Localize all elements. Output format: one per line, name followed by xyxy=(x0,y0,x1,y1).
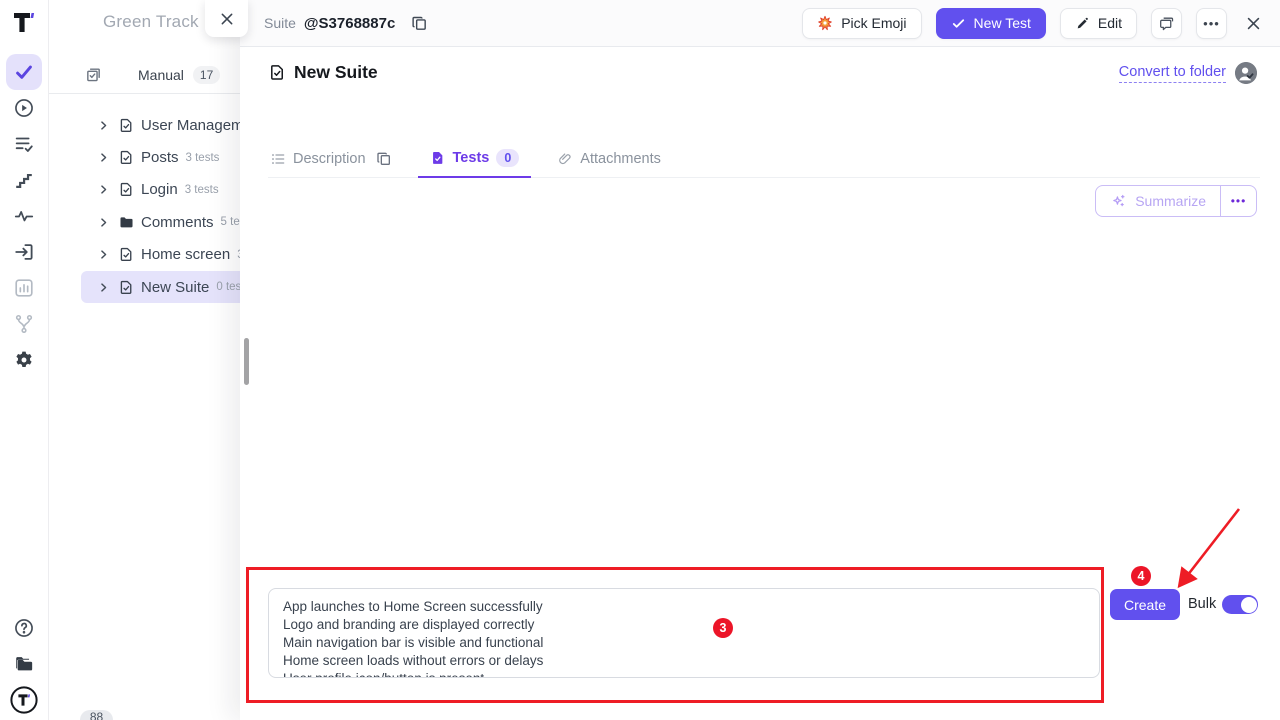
summarize-more-button[interactable]: ••• xyxy=(1220,186,1256,216)
app-window: Green Track › Manual 17 Automated User M… xyxy=(0,0,1280,720)
page-title: New Suite xyxy=(294,62,378,83)
suite-tree: User Management Posts 3 tests Login 3 te… xyxy=(49,109,248,303)
tab-description[interactable]: Description xyxy=(268,140,394,178)
convert-to-folder-link[interactable]: Convert to folder xyxy=(1119,64,1226,83)
pick-emoji-button[interactable]: Pick Emoji xyxy=(802,8,921,39)
suite-label: Comments xyxy=(141,214,214,231)
chevron-right-icon[interactable] xyxy=(98,217,109,228)
logo-badge-icon[interactable] xyxy=(6,682,42,718)
close-panel-icon[interactable] xyxy=(1245,15,1262,32)
projects-folder-icon[interactable] xyxy=(6,646,42,682)
folder-icon xyxy=(118,214,135,231)
more-actions-button[interactable]: ••• xyxy=(1196,8,1227,39)
suite-doc-check-icon xyxy=(118,279,135,296)
new-test-button[interactable]: New Test xyxy=(936,8,1046,39)
chat-bubble-icon xyxy=(1158,15,1175,32)
panel-close-button[interactable] xyxy=(205,0,248,37)
suite-id: @S3768887c xyxy=(304,15,395,32)
tree-row-user-management[interactable]: User Management xyxy=(81,109,248,141)
suite-label: Home screen xyxy=(141,246,230,263)
nav-analytics-icon[interactable] xyxy=(6,270,42,306)
tree-row-login[interactable]: Login 3 tests xyxy=(81,174,248,206)
bulk-tests-input[interactable]: App launches to Home Screen successfully… xyxy=(268,588,1100,678)
pencil-icon xyxy=(1075,16,1090,31)
tab-tests[interactable]: Tests 0 xyxy=(418,140,532,178)
tests-count-badge: 0 xyxy=(496,149,519,167)
app-logo[interactable] xyxy=(0,6,48,40)
chevron-right-icon[interactable] xyxy=(98,184,109,195)
manual-count-badge: 17 xyxy=(193,66,220,84)
suite-doc-check-icon xyxy=(118,149,135,166)
suite-label: Login xyxy=(141,181,178,198)
nav-import-icon[interactable] xyxy=(6,234,42,270)
tree-row-comments[interactable]: Comments 5 tests xyxy=(81,206,248,238)
tab-label: Attachments xyxy=(580,151,661,167)
suite-doc-check-icon xyxy=(118,181,135,198)
manual-tests-icon xyxy=(85,66,102,83)
doc-check-icon xyxy=(430,150,446,166)
nav-pulse-icon[interactable] xyxy=(6,198,42,234)
edit-label: Edit xyxy=(1098,15,1122,31)
tree-row-new-suite[interactable]: New Suite 0 tests xyxy=(81,271,248,303)
copy-description-icon[interactable] xyxy=(376,151,392,167)
tab-manual[interactable]: Manual xyxy=(138,67,184,83)
suite-detail-header: Suite @S3768887c Pick Emoji New xyxy=(240,0,1280,47)
entity-type-label: Suite xyxy=(264,15,296,31)
nav-settings-gear-icon[interactable] xyxy=(6,342,42,378)
tree-row-home-screen[interactable]: Home screen 3 tests xyxy=(81,239,248,271)
suite-detail-panel: Suite @S3768887c Pick Emoji New xyxy=(240,0,1280,720)
summarize-split-button: Summarize ••• xyxy=(1095,185,1257,217)
chevron-right-icon[interactable] xyxy=(98,152,109,163)
suite-label: New Suite xyxy=(141,279,209,296)
paperclip-icon xyxy=(557,151,573,167)
chevron-right-icon[interactable] xyxy=(98,249,109,260)
list-icon xyxy=(270,151,286,167)
suite-count: 3 tests xyxy=(185,184,219,196)
detail-tab-bar: Description Tests 0 Attachments xyxy=(268,140,1260,178)
tab-label: Description xyxy=(293,151,366,167)
suite-count: 3 tests xyxy=(186,152,220,164)
icon-rail xyxy=(0,0,49,720)
tree-row-posts[interactable]: Posts 3 tests xyxy=(81,141,248,173)
chevron-right-icon[interactable] xyxy=(98,120,109,131)
nav-runs-icon[interactable] xyxy=(6,90,42,126)
help-icon[interactable] xyxy=(6,610,42,646)
suite-doc-check-icon xyxy=(268,63,287,82)
nav-branches-icon[interactable] xyxy=(6,306,42,342)
tree-scrollbar-thumb[interactable] xyxy=(244,338,249,385)
edit-button[interactable]: Edit xyxy=(1060,8,1137,39)
suite-doc-check-icon xyxy=(118,246,135,263)
bulk-toggle[interactable] xyxy=(1222,595,1258,614)
toggle-knob xyxy=(1241,597,1257,613)
bulk-label: Bulk xyxy=(1188,596,1216,612)
pick-emoji-label: Pick Emoji xyxy=(841,15,906,31)
copy-suite-id-icon[interactable] xyxy=(411,15,428,32)
create-button[interactable]: Create xyxy=(1110,589,1180,620)
assignee-avatar[interactable] xyxy=(1235,62,1257,84)
tree-bottom-count-badge: 88 xyxy=(80,710,113,720)
check-icon xyxy=(951,16,966,31)
nav-plans-icon[interactable] xyxy=(6,126,42,162)
tree-tab-bar: Manual 17 Automated xyxy=(49,56,248,94)
collision-emoji-icon xyxy=(817,15,833,31)
suite-label: User Management xyxy=(141,117,248,134)
summarize-label: Summarize xyxy=(1135,193,1206,209)
chevron-right-icon[interactable] xyxy=(98,282,109,293)
sparkles-ai-icon xyxy=(1110,193,1127,210)
suite-doc-check-icon xyxy=(118,117,135,134)
suite-tree-panel: Green Track › Manual 17 Automated User M… xyxy=(49,0,248,720)
summarize-button[interactable]: Summarize xyxy=(1096,186,1220,216)
comments-button[interactable] xyxy=(1151,8,1182,39)
tab-attachments[interactable]: Attachments xyxy=(555,140,663,178)
tab-label: Tests xyxy=(453,150,490,166)
nav-steps-icon[interactable] xyxy=(6,162,42,198)
nav-tests-icon[interactable] xyxy=(6,54,42,90)
new-test-label: New Test xyxy=(974,15,1031,31)
project-name[interactable]: Green Track xyxy=(103,12,199,32)
suite-label: Posts xyxy=(141,149,179,166)
